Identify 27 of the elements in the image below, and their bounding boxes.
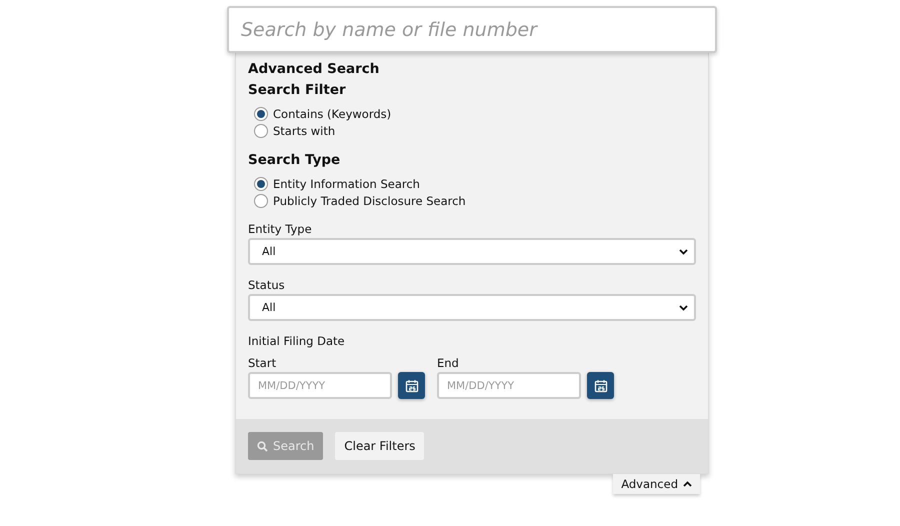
radio-option[interactable]: Contains (Keywords) bbox=[254, 107, 696, 121]
panel-title: Advanced Search bbox=[248, 61, 380, 77]
chevron-down-icon bbox=[679, 304, 688, 310]
date-field[interactable]: MM/DD/YYYY bbox=[248, 372, 392, 399]
calendar-button[interactable] bbox=[398, 372, 425, 399]
date-field[interactable]: MM/DD/YYYY bbox=[437, 372, 581, 399]
radio-option[interactable]: Publicly Traded Disclosure Search bbox=[254, 194, 696, 208]
field-label: Entity Type bbox=[248, 222, 313, 236]
field-label: Start bbox=[248, 356, 278, 370]
search-field[interactable]: Search by name or file number bbox=[227, 6, 717, 53]
dropdown[interactable]: All bbox=[248, 238, 696, 265]
search-icon bbox=[257, 440, 268, 452]
radio-option[interactable]: Entity Information Search bbox=[254, 177, 696, 191]
dropdown[interactable]: All bbox=[248, 294, 696, 321]
section-heading: Search Filter bbox=[248, 82, 347, 98]
field-label: Status bbox=[248, 278, 286, 292]
advanced-toggle[interactable]: Advanced bbox=[613, 474, 700, 494]
field-label: Initial Filing Date bbox=[248, 334, 346, 348]
calendar-icon bbox=[594, 378, 608, 392]
calendar-icon bbox=[404, 378, 418, 392]
chevron-down-icon bbox=[679, 248, 688, 254]
field-label: End bbox=[437, 356, 460, 370]
radio-option[interactable]: Starts with bbox=[254, 124, 696, 138]
section-heading: Search Type bbox=[248, 152, 342, 168]
caret-up-icon bbox=[683, 481, 692, 487]
calendar-button[interactable] bbox=[587, 372, 614, 399]
clear-filters-button[interactable]: Clear Filters bbox=[335, 432, 424, 460]
